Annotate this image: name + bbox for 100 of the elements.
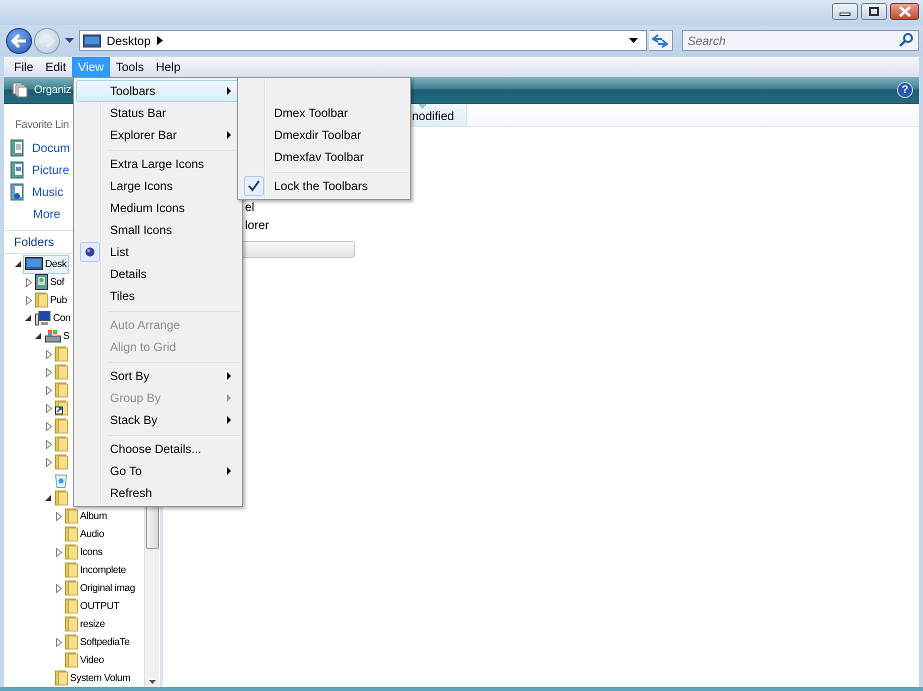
refresh-arrows-icon (652, 34, 668, 48)
collapsed-arrow-icon[interactable] (26, 278, 32, 286)
library-icon (10, 183, 26, 201)
close-button[interactable] (890, 3, 919, 20)
maximize-button[interactable] (861, 3, 887, 20)
search-icon[interactable] (899, 33, 914, 47)
expanded-arrow-icon[interactable] (25, 314, 32, 322)
collapsed-arrow-icon[interactable] (26, 296, 32, 304)
menu-item[interactable]: Dmex Toolbar (240, 102, 408, 124)
menu-bar-item[interactable]: File (4, 57, 40, 77)
menu-item[interactable]: Explorer Bar (76, 124, 240, 146)
menu-item[interactable]: Extra Large Icons (76, 153, 240, 175)
collapsed-arrow-icon[interactable] (46, 386, 52, 394)
tree-item[interactable]: S (43, 326, 72, 346)
folder-icon (65, 652, 78, 668)
collapsed-arrow-icon[interactable] (46, 350, 52, 358)
tree-item[interactable]: Video (63, 650, 106, 670)
expanded-arrow-icon[interactable] (15, 260, 22, 268)
tree-item[interactable]: SoftpediaTe (63, 632, 132, 652)
tree-item[interactable]: Album (63, 506, 109, 526)
menu-item[interactable]: Status Bar (76, 102, 240, 124)
collapsed-arrow-icon[interactable] (56, 584, 62, 592)
menu-item[interactable]: Refresh (76, 482, 240, 504)
menu-item[interactable]: Stack By (76, 409, 240, 431)
collapsed-arrow-icon[interactable] (46, 368, 52, 376)
organize-button[interactable]: Organiz (34, 84, 72, 96)
tree-item[interactable]: Incomplete (63, 560, 128, 580)
menu-item[interactable]: Large Icons (76, 175, 240, 197)
collapsed-arrow-icon[interactable] (46, 440, 52, 448)
sort-arrow-icon (418, 104, 427, 109)
tree-item[interactable]: Pub (33, 290, 69, 310)
address-location[interactable]: Desktop (106, 34, 151, 48)
folder-icon (55, 670, 68, 686)
help-button[interactable]: ? (897, 82, 913, 98)
menu-item[interactable]: Dmexdir Toolbar (240, 124, 408, 146)
submenu-arrow-icon (227, 394, 231, 402)
tree-item[interactable]: resize (63, 614, 107, 634)
back-arrow-icon (10, 34, 27, 48)
tree-item[interactable]: Audio (63, 524, 106, 544)
favorite-links-heading: Favorite Lin (15, 119, 69, 131)
expanded-arrow-icon[interactable] (45, 494, 52, 502)
column-header[interactable]: nodified (411, 104, 467, 126)
tree-item[interactable] (53, 398, 70, 418)
folder-icon (65, 616, 78, 632)
menu-bar-item[interactable]: Tools (110, 57, 150, 77)
maximize-icon (867, 6, 881, 16)
chevron-icon[interactable] (156, 36, 163, 45)
file-list-item[interactable]: lorer (245, 218, 270, 232)
submenu-arrow-icon (227, 87, 231, 95)
history-dropdown-icon[interactable] (64, 38, 74, 44)
tree-item[interactable]: Sof (33, 272, 66, 292)
submenu-arrow-icon (227, 131, 231, 139)
tree-item[interactable]: System Volum (53, 668, 132, 687)
menu-item[interactable]: Tiles (76, 285, 240, 307)
collapsed-arrow-icon[interactable] (56, 548, 62, 556)
tree-item[interactable]: Con (33, 308, 72, 328)
drive-icon (45, 329, 61, 343)
menu-item[interactable]: Medium Icons (76, 197, 240, 219)
library-icon (10, 139, 26, 157)
menu-item[interactable]: Details (76, 263, 240, 285)
minimize-button[interactable] (832, 3, 858, 20)
collapsed-arrow-icon[interactable] (46, 458, 52, 466)
collapsed-arrow-icon[interactable] (46, 422, 52, 430)
menu-bar-item[interactable]: Help (150, 57, 187, 77)
collapsed-arrow-icon[interactable] (56, 638, 62, 646)
folder-icon (55, 400, 68, 416)
tree-item[interactable]: Desk (23, 255, 69, 274)
favorite-link[interactable]: Music (32, 185, 64, 199)
back-button[interactable] (6, 28, 32, 54)
file-list-item[interactable]: el (245, 200, 254, 214)
menu-item[interactable]: Small Icons (76, 219, 240, 241)
menu-item[interactable]: Toolbars (76, 80, 240, 102)
favorite-link[interactable]: Docum (32, 141, 70, 155)
more-link[interactable]: More (33, 207, 60, 221)
folder-icon (65, 598, 78, 614)
search-field[interactable]: Search (682, 30, 920, 51)
folder-icon (65, 634, 78, 650)
menu-item[interactable]: Choose Details... (76, 438, 240, 460)
folders-heading[interactable]: Folders (14, 235, 54, 249)
collapsed-arrow-icon[interactable] (46, 404, 52, 412)
address-field[interactable]: Desktop (78, 30, 647, 51)
menu-item[interactable]: Lock the Toolbars (240, 175, 408, 197)
menu-item[interactable]: Dmexfav Toolbar (240, 146, 408, 168)
collapsed-arrow-icon[interactable] (56, 512, 62, 520)
menu-item[interactable]: Go To (76, 460, 240, 482)
menu-bar-item[interactable]: Edit (39, 57, 72, 77)
folder-icon (65, 544, 78, 560)
tree-item[interactable]: Original imag (63, 578, 138, 598)
favorite-link[interactable]: Picture (32, 163, 70, 177)
desktop-icon (82, 34, 101, 48)
menu-item[interactable]: Sort By (76, 365, 240, 387)
dropdown-arrow-icon[interactable] (628, 38, 638, 43)
refresh-button[interactable] (648, 30, 673, 51)
scroll-down-icon[interactable] (148, 680, 156, 684)
submenu-arrow-icon (227, 467, 231, 475)
tree-item[interactable]: OUTPUT (63, 596, 122, 616)
tree-item[interactable]: Icons (63, 542, 104, 562)
contact-book-icon (35, 274, 48, 290)
menu-item[interactable]: List (76, 241, 240, 263)
expanded-arrow-icon[interactable] (35, 332, 42, 340)
